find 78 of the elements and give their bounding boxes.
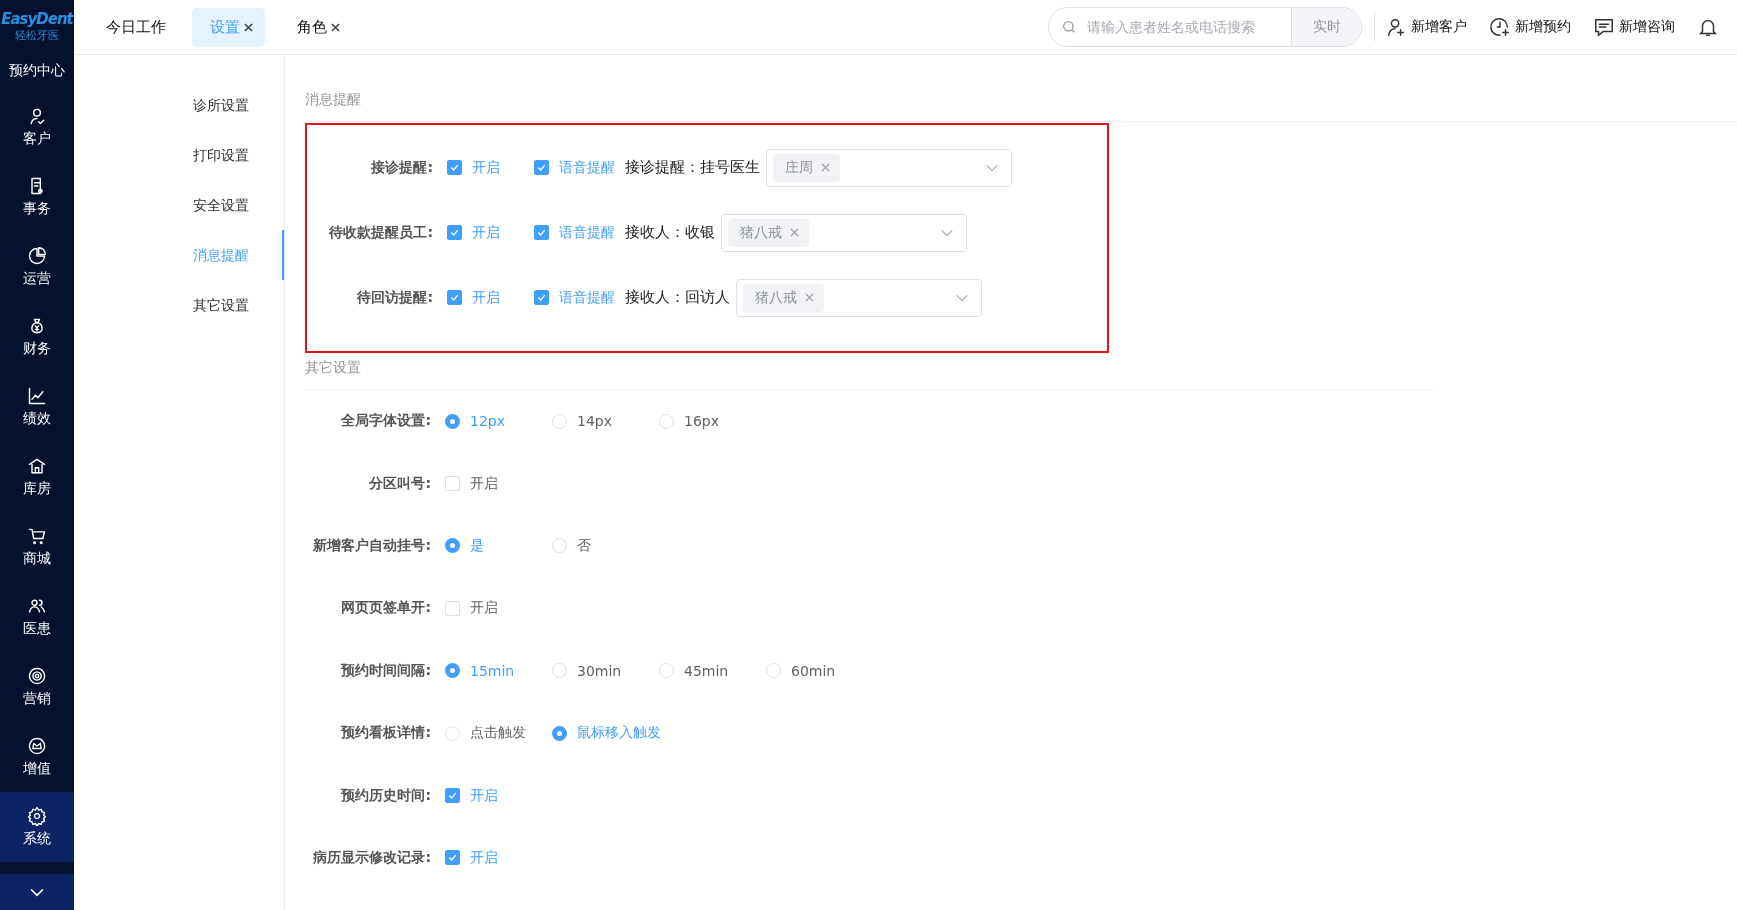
expand-button[interactable] <box>0 872 74 910</box>
radio-button[interactable] <box>445 413 460 429</box>
checkbox-label[interactable]: 开启 <box>470 474 498 493</box>
receiver-label: 接收人：收银 <box>625 223 715 242</box>
radio-label[interactable]: 点击触发 <box>470 724 532 743</box>
field-label: 预约时间间隔: <box>339 661 432 680</box>
page-tab[interactable]: 角色 <box>279 7 352 47</box>
target-icon <box>27 666 47 686</box>
section-title: 消息提醒 <box>305 91 362 109</box>
checkbox[interactable] <box>445 850 460 866</box>
field-label: 待回访提醒: <box>356 288 434 307</box>
person-add-icon <box>1385 16 1407 38</box>
settings-nav-item[interactable]: 诊所设置 <box>74 95 284 145</box>
field-label: 预约看板详情: <box>339 724 432 743</box>
crown-icon <box>27 736 47 756</box>
sidebar-item[interactable]: 营销 <box>0 652 74 722</box>
tag: 猪八戒 <box>728 218 809 247</box>
radio-button[interactable] <box>445 663 460 679</box>
checkbox-label[interactable]: 开启 <box>470 599 498 618</box>
section-title: 其它设置 <box>305 358 362 377</box>
sidebar-title: 预约中心 <box>8 61 66 80</box>
radio-label[interactable]: 45min <box>684 662 746 679</box>
close-icon[interactable] <box>244 22 253 32</box>
tag: 猪八戒 <box>743 283 824 312</box>
action-link[interactable]: 新增预约 <box>1489 16 1571 38</box>
house-icon <box>27 456 47 476</box>
field-label: 全局字体设置: <box>340 412 432 431</box>
checkbox[interactable] <box>534 290 549 305</box>
checkbox[interactable] <box>447 290 462 305</box>
field-label: 网页页签单开: <box>340 599 432 618</box>
radio-button[interactable] <box>445 538 460 554</box>
chart-icon <box>27 386 47 406</box>
sidebar-item[interactable]: 医患 <box>0 582 74 652</box>
checkbox[interactable] <box>447 160 462 175</box>
checkbox[interactable] <box>445 788 460 804</box>
sidebar-item[interactable]: 财务 <box>0 302 74 372</box>
action-link[interactable]: 新增咨询 <box>1593 16 1675 38</box>
radio-label[interactable]: 30min <box>577 662 639 679</box>
message-icon <box>1593 16 1615 38</box>
radio-button[interactable] <box>552 725 567 741</box>
search-icon <box>1061 19 1077 35</box>
receiver-label: 接收人：回访人 <box>625 288 730 307</box>
sidebar-item[interactable]: 库房 <box>0 442 74 512</box>
settings-nav-item[interactable]: 打印设置 <box>74 145 284 195</box>
action-link[interactable]: 新增客户 <box>1385 16 1467 38</box>
field-label: 预约历史时间: <box>339 786 432 805</box>
receiver-label: 接诊提醒：挂号医生 <box>625 158 760 177</box>
close-icon[interactable] <box>331 22 340 32</box>
people-icon <box>27 596 47 616</box>
radio-label[interactable]: 16px <box>684 413 746 430</box>
brand-subtitle: 轻松牙医 <box>15 27 59 43</box>
sidebar-item[interactable]: 绩效 <box>0 372 74 442</box>
pie-icon <box>27 246 47 266</box>
field-label: 病历显示修改记录: <box>312 848 432 867</box>
settings-nav-item[interactable]: 其它设置 <box>74 295 284 345</box>
field-label: 新增客户自动挂号: <box>312 536 432 555</box>
checkbox[interactable] <box>534 225 549 240</box>
field-label: 分区叫号: <box>368 474 432 493</box>
radio-label[interactable]: 60min <box>791 662 853 679</box>
brand-logo-text: EasyDent <box>1 9 73 28</box>
clock-add-icon <box>1489 16 1511 38</box>
gear-icon <box>27 806 47 826</box>
sidebar-item[interactable]: 增值 <box>0 722 74 792</box>
checkbox[interactable] <box>534 160 549 175</box>
person-icon <box>27 106 47 126</box>
sidebar-item[interactable]: 商城 <box>0 512 74 582</box>
sidebar-item[interactable]: 客户 <box>0 92 74 162</box>
page-tab[interactable]: 今日工作 <box>88 7 178 47</box>
sidebar-item[interactable]: 运营 <box>0 232 74 302</box>
radio-label[interactable]: 14px <box>577 413 639 430</box>
field-label: 待收款提醒员工: <box>328 223 434 242</box>
field-label: 接诊提醒: <box>370 158 434 177</box>
radio-label[interactable]: 否 <box>577 536 639 555</box>
tag: 庄周 <box>773 153 840 182</box>
cart-icon <box>27 526 47 546</box>
checkbox[interactable] <box>447 225 462 240</box>
sidebar-item[interactable]: 系统 <box>0 792 74 862</box>
sidebar-item[interactable]: 事务 <box>0 162 74 232</box>
